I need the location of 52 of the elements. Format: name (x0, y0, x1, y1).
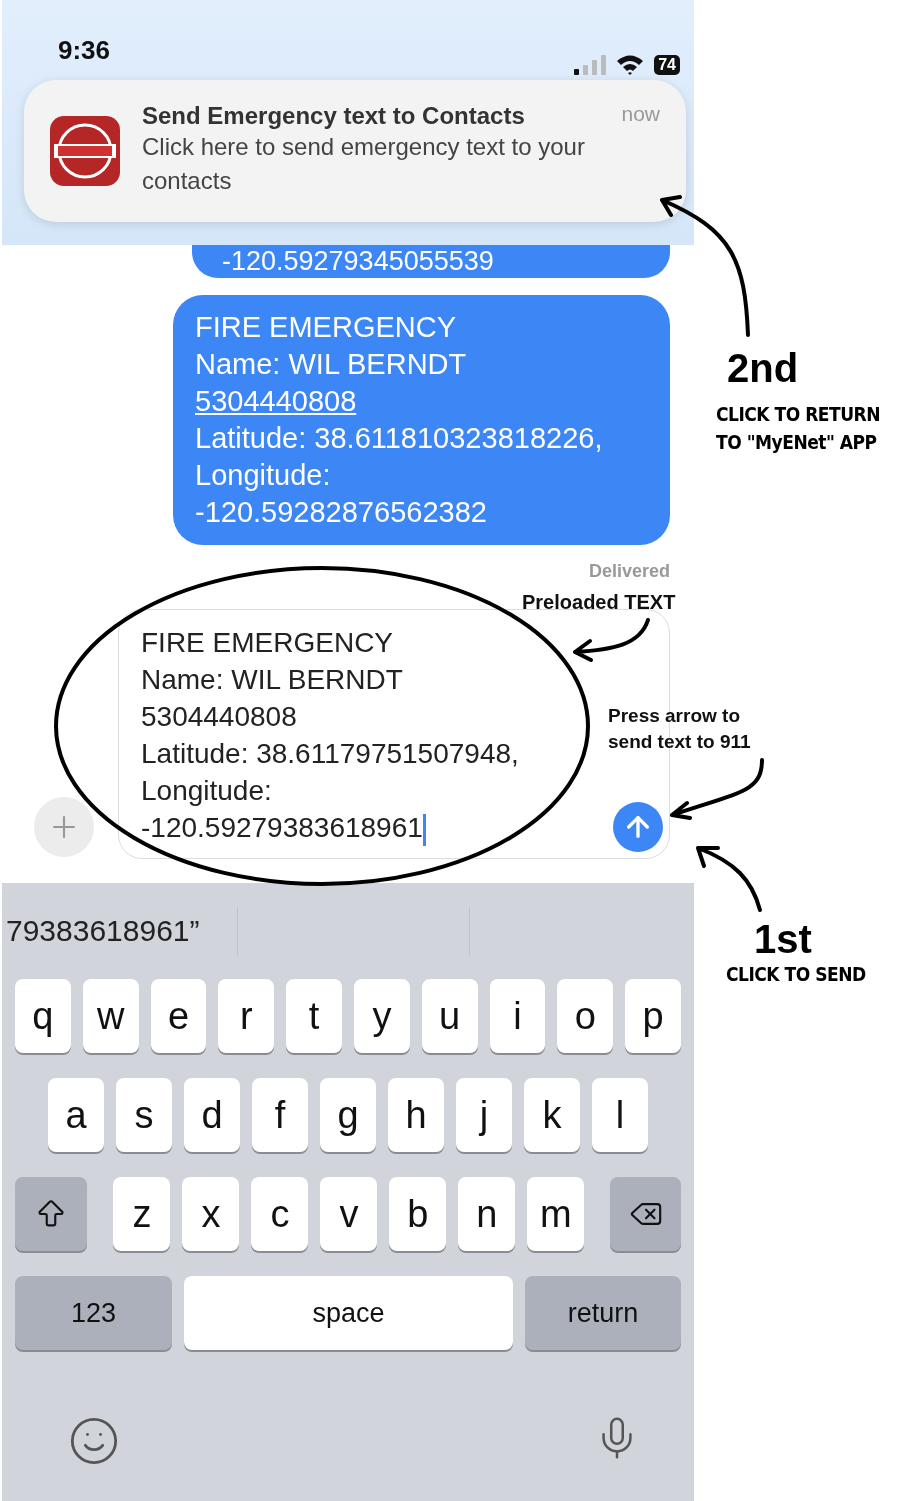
letter-key[interactable]: v (320, 1177, 378, 1251)
letter-key[interactable]: o (557, 979, 614, 1053)
emoji-icon[interactable] (68, 1415, 120, 1467)
letter-key[interactable]: x (182, 1177, 240, 1251)
numbers-key[interactable]: 123 (15, 1276, 173, 1350)
status-time: 9:36 (58, 35, 111, 66)
battery-level: 74 (654, 54, 680, 75)
letter-key[interactable]: t (286, 979, 342, 1053)
letter-key[interactable]: z (113, 1177, 171, 1251)
notification-banner[interactable]: Send Emergency text to Contacts now Click here to send emergency text to your contacts (24, 80, 686, 222)
letter-key[interactable]: f (252, 1078, 308, 1152)
letter-key[interactable]: k (524, 1078, 580, 1152)
annotation-label: Preloaded TEXT (522, 590, 676, 615)
signal-icon (574, 54, 607, 75)
step-caption: CLICK TO RETURN TO "MyENet" APP (716, 402, 881, 455)
notification-time: now (621, 102, 660, 127)
letter-key[interactable]: c (251, 1177, 309, 1251)
app-icon (50, 116, 120, 186)
wifi-icon (616, 54, 645, 75)
step-number: 1st (754, 917, 812, 962)
arrow (696, 846, 762, 912)
backspace-key[interactable] (610, 1177, 681, 1251)
letter-key[interactable]: j (456, 1078, 512, 1152)
send-button[interactable] (613, 802, 663, 852)
letter-key[interactable]: b (389, 1177, 447, 1251)
message-bubble: FIRE EMERGENCY Name: WIL BERNDT 5304440808 Latitude: 38.611810323818226, Longitude: -120.59282876562382 (173, 295, 670, 545)
letter-key[interactable]: s (116, 1078, 172, 1152)
letter-key[interactable]: g (320, 1078, 376, 1152)
notification-body: Click here to send emergency text to your contacts (142, 132, 586, 196)
notification-title: Send Emergency text to Contacts (142, 102, 525, 130)
return-key[interactable]: return (524, 1276, 681, 1350)
annotation-label: Press arrow to send text to 911 (608, 704, 751, 754)
letter-key[interactable]: i (489, 979, 546, 1053)
letter-key[interactable]: n (458, 1177, 516, 1251)
space-key[interactable]: space (184, 1276, 513, 1350)
letter-key[interactable]: h (388, 1078, 444, 1152)
letter-key[interactable]: e (150, 979, 207, 1053)
letter-key[interactable]: p (625, 979, 681, 1053)
suggestion[interactable]: 79383618961” (2, 907, 238, 955)
letter-key[interactable]: a (48, 1078, 104, 1152)
letter-key[interactable]: m (527, 1177, 585, 1251)
letter-key[interactable]: q (15, 979, 71, 1053)
letter-key[interactable]: y (354, 979, 410, 1053)
letter-key[interactable]: d (184, 1078, 240, 1152)
letter-key[interactable]: r (218, 979, 275, 1053)
shift-key[interactable] (15, 1177, 88, 1251)
step-caption: CLICK TO SEND (726, 962, 866, 987)
delivery-status: Delivered (588, 561, 670, 582)
letter-key[interactable]: w (82, 979, 139, 1053)
letter-key[interactable]: l (592, 1078, 648, 1152)
letter-key[interactable]: u (421, 979, 478, 1053)
step-number: 2nd (727, 346, 799, 391)
